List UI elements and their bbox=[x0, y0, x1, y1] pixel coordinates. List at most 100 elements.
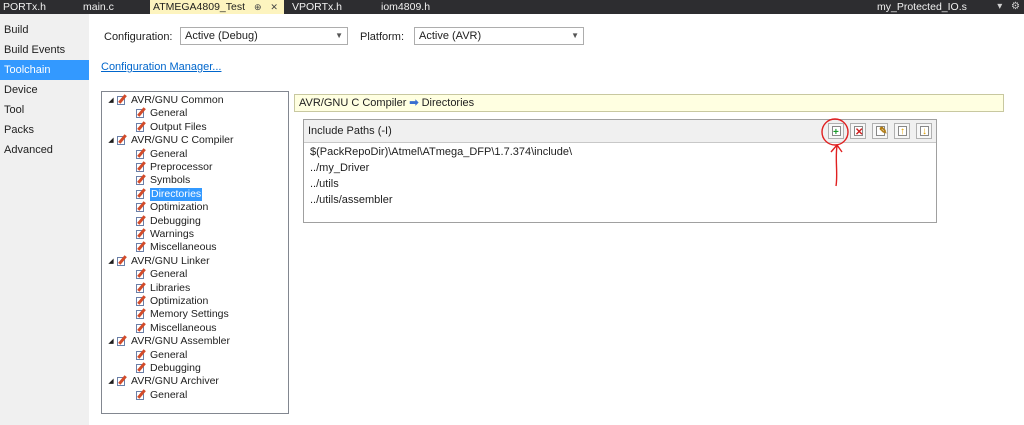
nav-item-packs[interactable]: Packs bbox=[0, 120, 89, 140]
tab-label: main.c bbox=[83, 1, 114, 13]
tree-group-label: AVR/GNU C Compiler bbox=[131, 134, 234, 147]
property-page-icon bbox=[135, 121, 147, 133]
tab-main-c[interactable]: main.c bbox=[80, 0, 140, 14]
dropdown-icon[interactable]: ▾ bbox=[997, 1, 1002, 12]
tree-item[interactable]: Optimization bbox=[135, 295, 208, 308]
tree-item[interactable]: Debugging bbox=[135, 362, 201, 375]
include-path-item[interactable]: ../utils/assembler bbox=[310, 194, 393, 206]
property-page-icon bbox=[116, 375, 128, 387]
tree-group[interactable]: ◢ AVR/GNU Linker bbox=[106, 254, 210, 268]
collapse-icon[interactable]: ◢ bbox=[106, 255, 116, 268]
tree-group[interactable]: ◢ AVR/GNU Common bbox=[106, 94, 223, 107]
tree-item[interactable]: Symbols bbox=[135, 174, 190, 187]
tree-item-label: General bbox=[150, 268, 188, 281]
tree-item[interactable]: General bbox=[135, 268, 187, 281]
property-page-icon bbox=[135, 362, 147, 374]
move-down-icon[interactable]: ↓ bbox=[916, 123, 932, 139]
property-page-icon bbox=[135, 228, 147, 240]
property-page-icon bbox=[135, 188, 147, 200]
tree-item-label: General bbox=[150, 348, 188, 361]
nav-item-build-events[interactable]: Build Events bbox=[0, 40, 89, 60]
nav-item-device[interactable]: Device bbox=[0, 80, 89, 100]
tree-group-label: AVR/GNU Archiver bbox=[131, 375, 219, 388]
nav-item-build[interactable]: Build bbox=[0, 20, 89, 40]
tree-item-label: Optimization bbox=[150, 295, 209, 307]
tree-item[interactable]: General bbox=[135, 349, 187, 362]
tree-item-label: Miscellaneous bbox=[150, 321, 217, 334]
nav-item-advanced[interactable]: Advanced bbox=[0, 140, 89, 160]
tree-group[interactable]: ◢ AVR/GNU C Compiler bbox=[106, 134, 234, 147]
tab-label: iom4809.h bbox=[381, 1, 431, 13]
pin-icon[interactable]: ⊕ bbox=[254, 0, 262, 14]
tab-label: VPORTx.h bbox=[292, 1, 342, 13]
property-page-icon bbox=[135, 241, 147, 253]
tree-item[interactable]: Preprocessor bbox=[135, 161, 212, 174]
tab-vportx-h[interactable]: VPORTx.h bbox=[289, 0, 359, 14]
tree-group-label: AVR/GNU Linker bbox=[131, 254, 210, 267]
configuration-manager-link[interactable]: Configuration Manager... bbox=[101, 61, 221, 73]
include-paths-group: Include Paths (-I) + ✕ ✎ ↑ ↓ $(PackRepoD… bbox=[303, 119, 937, 223]
platform-select[interactable]: Active (AVR) ▼ bbox=[414, 27, 584, 45]
property-page-icon bbox=[135, 174, 147, 186]
tree-item-label: General bbox=[150, 147, 188, 160]
gear-icon[interactable]: ⚙ bbox=[1011, 1, 1020, 12]
move-up-icon[interactable]: ↑ bbox=[894, 123, 910, 139]
tab-atmega4809-test[interactable]: ATMEGA4809_Test ⊕ ✕ bbox=[150, 0, 284, 14]
chevron-down-icon: ▼ bbox=[335, 31, 343, 40]
collapse-icon[interactable]: ◢ bbox=[106, 134, 116, 147]
property-page-icon bbox=[135, 348, 147, 361]
tab-iom4809-h[interactable]: iom4809.h bbox=[378, 0, 454, 14]
tree-item[interactable]: Output Files bbox=[135, 121, 207, 134]
tree-item[interactable]: General bbox=[135, 107, 187, 120]
platform-label: Platform: bbox=[360, 31, 405, 43]
tree-item[interactable]: Miscellaneous bbox=[135, 322, 217, 335]
property-page-icon bbox=[135, 308, 147, 320]
include-path-item[interactable]: ../my_Driver bbox=[310, 162, 369, 174]
toolchain-tree[interactable]: ◢ AVR/GNU Common General Output Files ◢ AVR/G… bbox=[101, 91, 289, 414]
tree-item[interactable]: Debugging bbox=[135, 215, 201, 228]
tree-group[interactable]: ◢ AVR/GNU Assembler bbox=[106, 335, 230, 348]
tree-item-label: Miscellaneous bbox=[150, 241, 217, 254]
tab-my-protected-io-s[interactable]: my_Protected_IO.s bbox=[874, 0, 974, 14]
tab-label: PORTx.h bbox=[3, 1, 46, 13]
tree-item[interactable]: Optimization bbox=[135, 201, 208, 214]
add-item-icon[interactable]: + bbox=[828, 123, 844, 139]
include-path-item[interactable]: $(PackRepoDir)\Atmel\ATmega_DFP\1.7.374\… bbox=[310, 146, 572, 158]
tree-item-label: Memory Settings bbox=[150, 308, 229, 321]
breadcrumb-current: Directories bbox=[421, 97, 475, 109]
tree-item-label: Output Files bbox=[150, 120, 207, 133]
include-path-item[interactable]: ../utils bbox=[310, 178, 339, 190]
tree-item[interactable]: General bbox=[135, 389, 187, 402]
collapse-icon[interactable]: ◢ bbox=[106, 375, 116, 388]
delete-item-icon[interactable]: ✕ bbox=[850, 123, 866, 139]
tab-portx-h[interactable]: PORTx.h bbox=[0, 0, 70, 14]
configuration-value: Active (Debug) bbox=[185, 30, 258, 42]
tree-item[interactable]: General bbox=[135, 148, 187, 161]
property-page-icon bbox=[135, 161, 147, 173]
tree-item[interactable]: Libraries bbox=[135, 282, 190, 295]
tree-item[interactable]: Miscellaneous bbox=[135, 241, 217, 254]
tree-item-label: Debugging bbox=[150, 214, 201, 227]
tree-item[interactable]: Directories bbox=[135, 187, 203, 201]
project-properties-nav: Build Build Events Toolchain Device Tool… bbox=[0, 14, 95, 425]
tree-group-label: AVR/GNU Assembler bbox=[131, 335, 230, 348]
property-page-icon bbox=[116, 255, 128, 267]
collapse-icon[interactable]: ◢ bbox=[106, 94, 116, 107]
tree-item-label: Warnings bbox=[150, 228, 194, 240]
tree-group[interactable]: ◢ AVR/GNU Archiver bbox=[106, 375, 219, 388]
property-page-icon bbox=[135, 295, 147, 307]
close-icon[interactable]: ✕ bbox=[270, 0, 278, 14]
nav-item-toolchain[interactable]: Toolchain bbox=[0, 60, 95, 80]
edit-item-icon[interactable]: ✎ bbox=[872, 123, 888, 139]
property-page-icon bbox=[135, 322, 147, 334]
arrow-right-icon: ➡ bbox=[409, 97, 419, 109]
tree-item[interactable]: Warnings bbox=[135, 228, 194, 241]
document-tab-bar: PORTx.h main.c ATMEGA4809_Test ⊕ ✕ VPORT… bbox=[0, 0, 1024, 14]
tree-item[interactable]: Memory Settings bbox=[135, 308, 229, 321]
include-paths-header: Include Paths (-I) + ✕ ✎ ↑ ↓ bbox=[304, 120, 936, 143]
tab-label: ATMEGA4809_Test bbox=[153, 1, 246, 13]
nav-item-tool[interactable]: Tool bbox=[0, 100, 89, 120]
tree-item-label: Preprocessor bbox=[150, 161, 213, 173]
collapse-icon[interactable]: ◢ bbox=[106, 335, 116, 348]
configuration-select[interactable]: Active (Debug) ▼ bbox=[180, 27, 348, 45]
